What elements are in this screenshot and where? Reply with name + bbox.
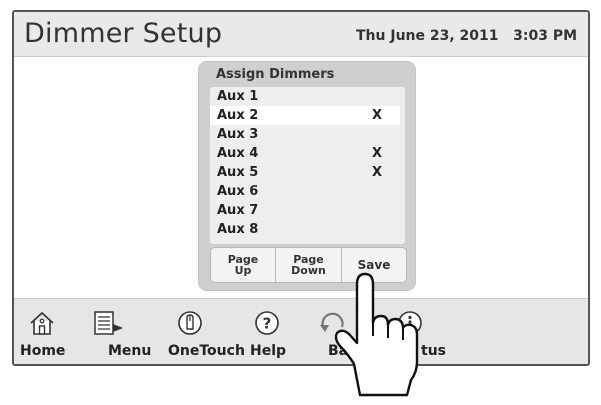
nav-label-status: tus: [421, 343, 446, 359]
svg-text:?: ?: [263, 315, 272, 333]
nav-label-home: Home: [20, 343, 66, 359]
aux-list: Aux 1 Aux 2 X Aux 3 Aux 4 X Aux 5 X Aux …: [210, 87, 405, 244]
assign-dimmers-dialog: Assign Dimmers Aux 1 Aux 2 X Aux 3 Aux 4…: [199, 62, 415, 290]
list-item-label: Aux 7: [217, 203, 259, 218]
page-up-label-line2: Up: [234, 264, 252, 277]
nav-menu[interactable]: Menu: [76, 299, 151, 364]
list-item-label: Aux 6: [217, 184, 259, 199]
menu-icon: [94, 311, 123, 335]
date-time: Thu June 23, 2011 3:03 PM: [356, 28, 578, 44]
list-item-label: Aux 5: [217, 165, 259, 180]
help-icon: ?: [255, 311, 279, 335]
pointing-hand-icon: [334, 272, 419, 397]
list-item-label: Aux 2: [217, 108, 259, 123]
list-item[interactable]: Aux 7: [210, 201, 400, 220]
header-bar: Dimmer Setup Thu June 23, 2011 3:03 PM: [14, 12, 588, 57]
list-item[interactable]: Aux 1: [210, 87, 400, 106]
list-item[interactable]: Aux 8: [210, 220, 400, 239]
page-down-label-line2: Down: [291, 264, 326, 277]
nav-label-help: Help: [250, 343, 287, 359]
list-item[interactable]: Aux 6: [210, 182, 400, 201]
nav-onetouch[interactable]: OneTouch: [150, 299, 245, 364]
list-item[interactable]: Aux 4 X: [210, 144, 400, 163]
onetouch-icon: [178, 311, 202, 335]
page-title: Dimmer Setup: [24, 18, 223, 49]
list-item-label: Aux 1: [217, 89, 259, 104]
nav-label-onetouch: OneTouch: [168, 343, 245, 359]
screen: Dimmer Setup Thu June 23, 2011 3:03 PM A…: [12, 10, 590, 366]
bottom-nav: Home Menu OneTouch ? Help Ba tus: [14, 298, 588, 364]
list-item[interactable]: Aux 2 X: [210, 106, 400, 125]
list-item-label: Aux 3: [217, 127, 259, 142]
assigned-mark: X: [372, 146, 383, 161]
dialog-title: Assign Dimmers: [216, 67, 335, 82]
assigned-mark: X: [372, 108, 383, 123]
list-item-label: Aux 8: [217, 222, 259, 237]
list-item[interactable]: Aux 3: [210, 125, 400, 144]
assigned-mark: X: [372, 165, 383, 180]
nav-home[interactable]: Home: [14, 299, 74, 364]
page-up-button[interactable]: Page Up: [211, 248, 276, 282]
nav-help[interactable]: ? Help: [236, 299, 296, 364]
list-item[interactable]: Aux 5 X: [210, 163, 400, 182]
home-icon: [30, 311, 54, 335]
nav-label-menu: Menu: [108, 343, 152, 359]
list-item-label: Aux 4: [217, 146, 259, 161]
